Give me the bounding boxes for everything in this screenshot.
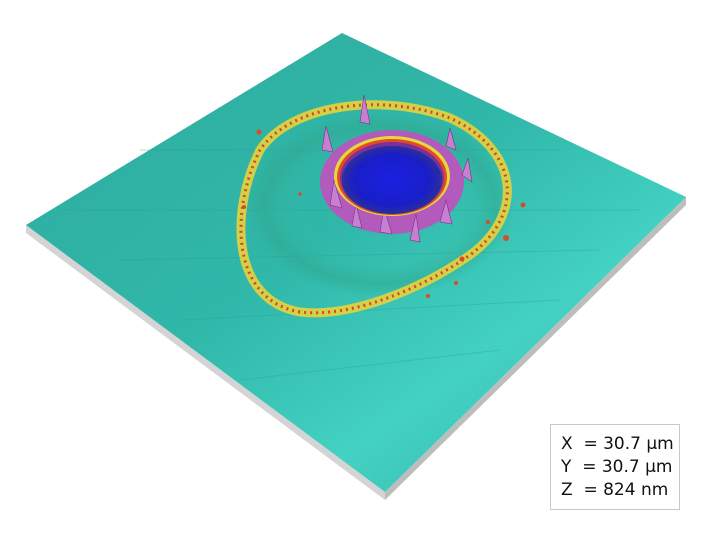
scale-legend: X = 30.7 µm Y = 30.7 µm Z = 824 nm xyxy=(550,424,680,510)
crater-floor xyxy=(342,146,442,214)
y-scale-label: Y = 30.7 µm xyxy=(561,457,673,477)
x-scale-label: X = 30.7 µm xyxy=(561,434,674,454)
z-scale-label: Z = 824 nm xyxy=(561,480,669,500)
afm-figure: X = 30.7 µm Y = 30.7 µm Z = 824 nm xyxy=(0,0,717,550)
